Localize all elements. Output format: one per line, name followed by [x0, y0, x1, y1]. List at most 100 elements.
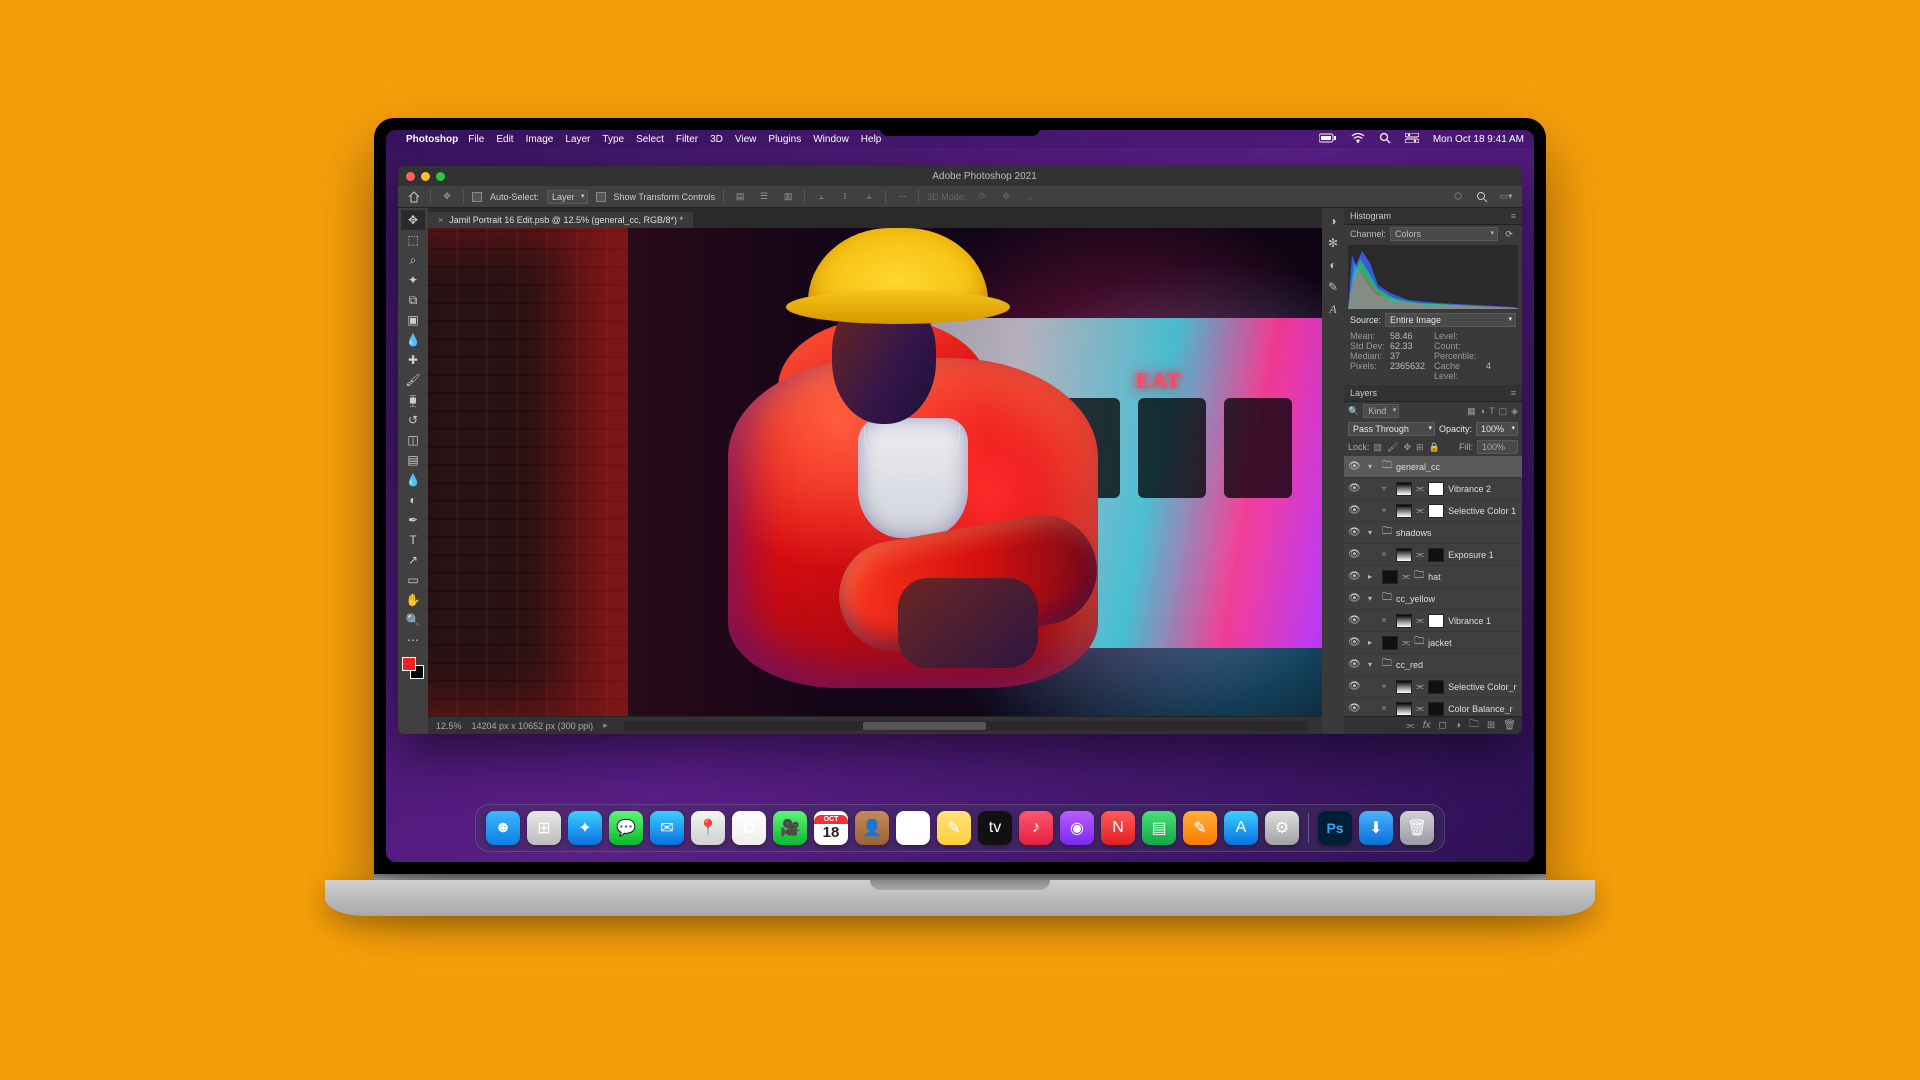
align-bottom-icon[interactable]: ⫨ [861, 189, 877, 205]
layer-row[interactable]: 👁▿⫘Vibrance 2 [1344, 478, 1522, 500]
cloud-docs-icon[interactable]: ⬡ [1450, 189, 1466, 205]
layer-name[interactable]: Vibrance 2 [1448, 484, 1491, 494]
disclosure-arrow-icon[interactable]: ▾ [1368, 660, 1378, 669]
menu-3d[interactable]: 3D [710, 134, 723, 145]
layer-row[interactable]: 👁▿⫘Selective Color 1 [1344, 500, 1522, 522]
dock-calendar[interactable]: OCT18 [814, 811, 848, 845]
menu-filter[interactable]: Filter [676, 134, 698, 145]
menu-edit[interactable]: Edit [496, 134, 513, 145]
disclosure-arrow-icon[interactable]: ▾ [1368, 528, 1378, 537]
path-tool[interactable]: ↗ [401, 550, 425, 570]
layer-row[interactable]: 👁▾🗀general_cc [1344, 456, 1522, 478]
menu-image[interactable]: Image [526, 134, 554, 145]
layer-name[interactable]: shadows [1396, 528, 1432, 538]
dock-settings[interactable]: ⚙ [1265, 811, 1299, 845]
dock-downloads[interactable]: ⬇ [1359, 811, 1393, 845]
mask-link-icon[interactable]: ⫘ [1416, 681, 1424, 692]
menubar-clock[interactable]: Mon Oct 18 9:41 AM [1433, 134, 1524, 145]
auto-select-dropdown[interactable]: Layer [547, 190, 588, 204]
layer-row[interactable]: 👁▾🗀shadows [1344, 522, 1522, 544]
adjustment-thumb[interactable] [1396, 680, 1412, 694]
stamp-tool[interactable]: ⧯ [401, 390, 425, 410]
menu-select[interactable]: Select [636, 134, 664, 145]
layer-mask-thumb[interactable] [1428, 548, 1444, 562]
layer-fx-icon[interactable]: fx [1423, 720, 1431, 731]
lasso-tool[interactable]: ⌕ [401, 250, 425, 270]
visibility-toggle-icon[interactable]: 👁 [1348, 505, 1360, 516]
histogram-graph[interactable] [1348, 245, 1518, 309]
dock-messages[interactable]: 💬 [609, 811, 643, 845]
dock-trash[interactable]: 🗑 [1400, 811, 1434, 845]
workspace-switcher-icon[interactable]: ▭▾ [1498, 189, 1514, 205]
filter-shape-icon[interactable]: ▢ [1499, 406, 1508, 417]
mask-link-icon[interactable]: ⫘ [1416, 703, 1424, 714]
align-center-h-icon[interactable]: ☰ [756, 189, 772, 205]
lock-artboard-icon[interactable]: ⊞ [1416, 442, 1424, 453]
new-adjustment-icon[interactable]: ◑ [1455, 720, 1461, 731]
menu-view[interactable]: View [735, 134, 757, 145]
marquee-tool[interactable]: ⬚ [401, 230, 425, 250]
adjustment-thumb[interactable] [1396, 504, 1412, 518]
layer-name[interactable]: cc_red [1396, 660, 1423, 670]
mask-link-icon[interactable]: ⫘ [1416, 505, 1424, 516]
panel-menu-icon[interactable]: ≡ [1511, 388, 1516, 398]
mask-link-icon[interactable]: ⫘ [1416, 549, 1424, 560]
dock-news[interactable]: N [1101, 811, 1135, 845]
move-tool[interactable]: ✥ [401, 210, 425, 230]
adjustment-thumb[interactable] [1396, 614, 1412, 628]
layer-filter-dropdown[interactable]: Kind [1363, 404, 1399, 418]
layer-name[interactable]: hat [1428, 572, 1441, 582]
disclosure-arrow-icon[interactable]: ▸ [1368, 572, 1378, 581]
dock-podcasts[interactable]: ◉ [1060, 811, 1094, 845]
eyedropper-tool[interactable]: 💧 [401, 330, 425, 350]
lock-transparent-icon[interactable]: ▨ [1374, 442, 1383, 453]
visibility-toggle-icon[interactable]: 👁 [1348, 571, 1360, 582]
visibility-toggle-icon[interactable]: 👁 [1348, 527, 1360, 538]
layer-row[interactable]: 👁▾🗀cc_red [1344, 654, 1522, 676]
foreground-color-swatch[interactable] [402, 657, 416, 671]
channel-dropdown[interactable]: Colors [1390, 227, 1498, 241]
dock-tv[interactable]: tv [978, 811, 1012, 845]
layer-name[interactable]: general_cc [1396, 462, 1440, 472]
dock-safari[interactable]: ✦ [568, 811, 602, 845]
visibility-toggle-icon[interactable]: 👁 [1348, 593, 1360, 604]
styles-panel-icon[interactable]: ✎ [1328, 280, 1338, 294]
align-middle-icon[interactable]: ⫱ [837, 189, 853, 205]
layer-name[interactable]: jacket [1428, 638, 1452, 648]
dock-ps[interactable]: Ps [1318, 811, 1352, 845]
visibility-toggle-icon[interactable]: 👁 [1348, 703, 1360, 714]
zoom-level[interactable]: 12.5% [436, 721, 462, 731]
auto-select-checkbox[interactable] [472, 192, 482, 202]
align-right-icon[interactable]: ▥ [780, 189, 796, 205]
lock-position-icon[interactable]: ✥ [1403, 442, 1411, 453]
heal-tool[interactable]: ✚ [401, 350, 425, 370]
dock-pages[interactable]: ✎ [1183, 811, 1217, 845]
disclosure-arrow-icon[interactable]: ▸ [1368, 638, 1378, 647]
visibility-toggle-icon[interactable]: 👁 [1348, 681, 1360, 692]
group-mask-thumb[interactable] [1382, 570, 1398, 584]
canvas[interactable]: EAT [428, 228, 1322, 716]
dock-notes[interactable]: ✎ [937, 811, 971, 845]
visibility-toggle-icon[interactable]: 👁 [1348, 637, 1360, 648]
dock-launchpad[interactable]: ⊞ [527, 811, 561, 845]
document-tab[interactable]: × Jamil Portrait 16 Edit.psb @ 12.5% (ge… [428, 212, 693, 228]
maximize-button[interactable] [436, 172, 445, 181]
refresh-histogram-icon[interactable]: ⟳ [1502, 229, 1516, 240]
rect-tool[interactable]: ▭ [401, 570, 425, 590]
align-top-icon[interactable]: ⫠ [813, 189, 829, 205]
dock-numbers[interactable]: ▤ [1142, 811, 1176, 845]
dock-facetime[interactable]: 🎥 [773, 811, 807, 845]
layer-mask-icon[interactable]: ◻ [1439, 720, 1447, 731]
group-mask-thumb[interactable] [1382, 636, 1398, 650]
tab-close-icon[interactable]: × [438, 215, 443, 225]
pen-tool[interactable]: ✒ [401, 510, 425, 530]
layer-name[interactable]: Selective Color 1 [1448, 506, 1516, 516]
filter-adjust-icon[interactable]: ◑ [1480, 406, 1485, 417]
menu-help[interactable]: Help [861, 134, 882, 145]
link-layers-icon[interactable]: ⫘ [1406, 720, 1415, 731]
gradient-tool[interactable]: ▤ [401, 450, 425, 470]
disclosure-arrow-icon[interactable]: ▾ [1368, 594, 1378, 603]
app-menu[interactable]: Photoshop [406, 134, 458, 145]
control-center-icon[interactable] [1405, 133, 1419, 146]
character-panel-icon[interactable]: A [1329, 302, 1336, 317]
